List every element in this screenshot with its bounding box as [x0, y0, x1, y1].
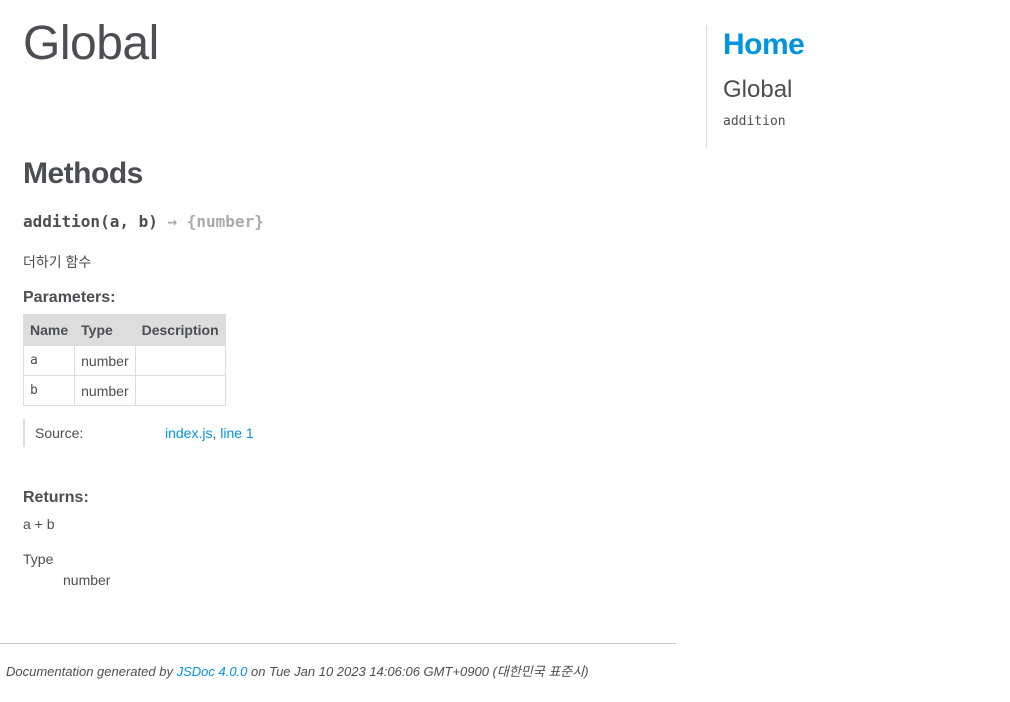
column-header-type: Type — [74, 314, 136, 346]
returns-type-value: number — [63, 572, 111, 588]
footer-divider — [0, 643, 676, 644]
param-description — [134, 345, 226, 376]
table-row: a number — [22, 345, 226, 376]
param-name: b — [22, 375, 76, 406]
main-content: Global Methods addition(a, b) → {number}… — [0, 0, 676, 702]
method-signature: addition(a, b) → {number} — [23, 212, 264, 231]
nav-home-link[interactable]: Home — [723, 28, 996, 62]
table-header-row: Name Type Description — [22, 314, 226, 346]
method-description: 더하기 함수 — [23, 254, 92, 270]
param-name: a — [22, 345, 76, 376]
jsdoc-link[interactable]: JSDoc 4.0.0 — [177, 664, 248, 679]
source-file-link[interactable]: index.js — [165, 425, 212, 441]
source-label: Source: — [35, 425, 84, 441]
method-name: addition(a, b) — [23, 212, 158, 231]
sidebar-nav: Home Global addition — [706, 25, 996, 148]
returns-description: a + b — [23, 516, 55, 532]
methods-heading: Methods — [23, 157, 143, 190]
page-title: Global — [23, 17, 159, 70]
parameters-table: Name Type Description a number b number — [22, 314, 226, 406]
method-return-type: → {number} — [167, 212, 264, 231]
footer-prefix: Documentation generated by — [6, 664, 173, 679]
param-type: number — [74, 345, 136, 376]
table-row: b number — [22, 375, 226, 406]
footer-suffix: on Tue Jan 10 2023 14:06:06 GMT+0900 (대한… — [251, 664, 589, 679]
column-header-name: Name — [22, 314, 76, 346]
param-type: number — [74, 375, 136, 406]
parameters-heading: Parameters: — [23, 289, 116, 306]
footer: Documentation generated by JSDoc 4.0.0 o… — [6, 661, 589, 680]
nav-item-addition[interactable]: addition — [723, 114, 996, 129]
source-line-link[interactable]: line 1 — [220, 425, 253, 441]
column-header-description: Description — [134, 314, 226, 346]
returns-type-label: Type — [23, 551, 54, 567]
source-separator: , — [212, 425, 217, 441]
returns-heading: Returns: — [23, 489, 89, 506]
nav-section-global: Global — [723, 76, 793, 103]
param-description — [134, 375, 226, 406]
source-details: Source: index.js, line 1 — [23, 419, 254, 447]
